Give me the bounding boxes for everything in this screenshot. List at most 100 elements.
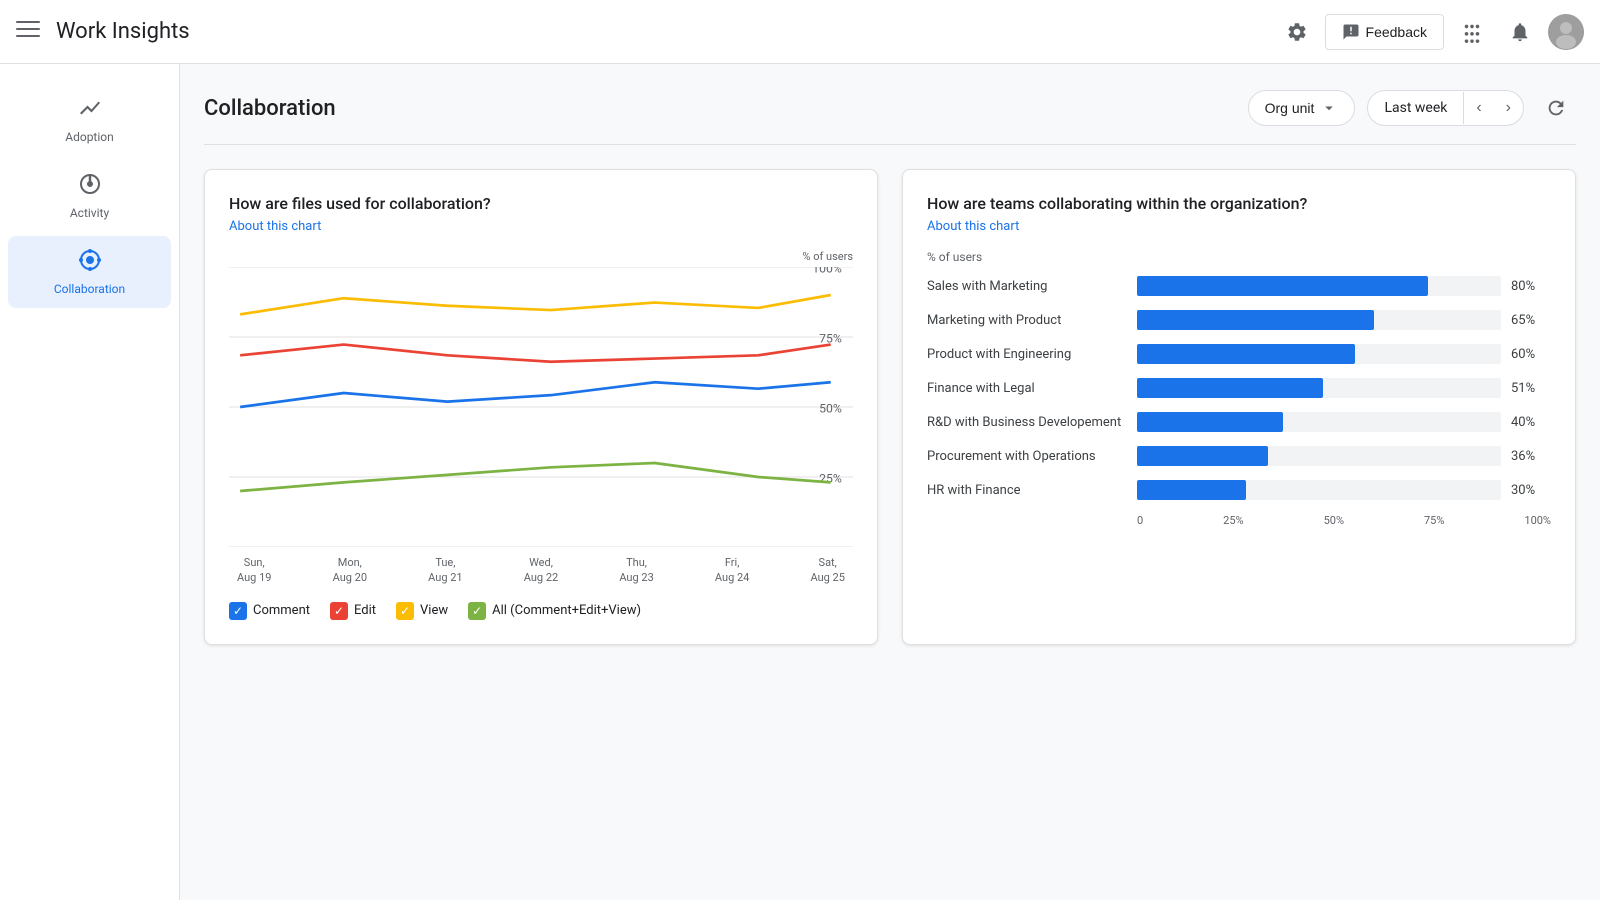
bar-label: HR with Finance (927, 483, 1127, 498)
sidebar: Adoption Activity (0, 64, 180, 900)
view-checkbox[interactable]: ✓ (396, 602, 414, 620)
bar-pct-label: 40% (1511, 415, 1551, 430)
bar-row: Product with Engineering 60% (927, 344, 1551, 364)
bar-pct-label: 30% (1511, 483, 1551, 498)
bar-row: Procurement with Operations 36% (927, 446, 1551, 466)
line-chart-container: % of users 100% 75% 50% 25% (229, 250, 853, 620)
legend-all[interactable]: ✓ All (Comment+Edit+View) (468, 602, 641, 620)
x-label-2: Tue,Aug 21 (428, 555, 462, 586)
refresh-button[interactable] (1536, 88, 1576, 128)
bar-track (1137, 310, 1501, 330)
left-card-title: How are files used for collaboration? (229, 194, 853, 213)
bar-fill (1137, 344, 1355, 364)
bar-fill (1137, 310, 1374, 330)
bar-pct-label: 51% (1511, 381, 1551, 396)
page-header: Collaboration Org unit Last week ‹ › (204, 64, 1576, 145)
cards-grid: How are files used for collaboration? Ab… (204, 169, 1576, 645)
collaboration-icon (78, 248, 102, 278)
bar-pct-label: 36% (1511, 449, 1551, 464)
legend-view[interactable]: ✓ View (396, 602, 448, 620)
bar-track (1137, 412, 1501, 432)
sidebar-item-collaboration-label: Collaboration (54, 282, 125, 296)
activity-icon (78, 172, 102, 202)
bar-fill (1137, 480, 1246, 500)
org-unit-label: Org unit (1265, 100, 1315, 116)
feedback-button[interactable]: Feedback (1325, 14, 1444, 50)
prev-week-button[interactable]: ‹ (1464, 91, 1493, 125)
x-label-6: Sat,Aug 25 (810, 555, 844, 586)
bar-label: Procurement with Operations (927, 449, 1127, 464)
left-card-about[interactable]: About this chart (229, 219, 853, 234)
bar-fill (1137, 412, 1283, 432)
sidebar-item-adoption-label: Adoption (65, 130, 114, 144)
bar-row: Finance with Legal 51% (927, 378, 1551, 398)
edit-checkbox[interactable]: ✓ (330, 602, 348, 620)
sidebar-item-activity-label: Activity (70, 206, 109, 220)
bar-row: Marketing with Product 65% (927, 310, 1551, 330)
bar-label: Finance with Legal (927, 381, 1127, 396)
bar-pct-label: 60% (1511, 347, 1551, 362)
app-title: Work Insights (56, 19, 1277, 44)
chart-legend: ✓ Comment ✓ Edit ✓ View ✓ (229, 602, 853, 620)
x-label-5: Fri,Aug 24 (715, 555, 749, 586)
bar-track (1137, 480, 1501, 500)
svg-text:50%: 50% (819, 402, 842, 416)
bar-label: R&D with Business Developement (927, 415, 1127, 430)
bar-label: Marketing with Product (927, 313, 1127, 328)
legend-comment-label: Comment (253, 603, 310, 618)
week-nav: Last week ‹ › (1367, 90, 1524, 126)
bar-track (1137, 446, 1501, 466)
legend-comment[interactable]: ✓ Comment (229, 602, 310, 620)
header-actions: Feedback (1277, 12, 1584, 52)
comment-checkbox[interactable]: ✓ (229, 602, 247, 620)
settings-button[interactable] (1277, 12, 1317, 52)
bar-pct-label: 80% (1511, 279, 1551, 294)
bar-label: Sales with Marketing (927, 279, 1127, 294)
line-chart: 100% 75% 50% 25% (229, 267, 853, 547)
main-content: Collaboration Org unit Last week ‹ › (180, 64, 1600, 900)
sidebar-item-adoption[interactable]: Adoption (8, 84, 171, 156)
bar-x-axis: 0 25% 50% 75% 100% (927, 514, 1551, 527)
bar-fill (1137, 446, 1268, 466)
adoption-icon (78, 96, 102, 126)
bar-pct-label: 65% (1511, 313, 1551, 328)
bar-track (1137, 276, 1501, 296)
left-card: How are files used for collaboration? Ab… (204, 169, 878, 645)
layout: Adoption Activity (0, 64, 1600, 900)
bar-fill (1137, 378, 1323, 398)
bar-track (1137, 378, 1501, 398)
sidebar-item-collaboration[interactable]: Collaboration (8, 236, 171, 308)
grid-button[interactable] (1452, 12, 1492, 52)
bar-row: HR with Finance 30% (927, 480, 1551, 500)
svg-text:100%: 100% (812, 267, 842, 275)
legend-edit-label: Edit (354, 603, 376, 618)
right-card: How are teams collaborating within the o… (902, 169, 1576, 645)
bar-chart: % of users Sales with Marketing 80% Market… (927, 250, 1551, 527)
svg-text:75%: 75% (819, 332, 842, 346)
bell-button[interactable] (1500, 12, 1540, 52)
all-checkbox[interactable]: ✓ (468, 602, 486, 620)
avatar[interactable] (1548, 14, 1584, 50)
x-label-1: Mon,Aug 20 (333, 555, 367, 586)
next-week-button[interactable]: › (1494, 91, 1523, 125)
sidebar-item-activity[interactable]: Activity (8, 160, 171, 232)
legend-edit[interactable]: ✓ Edit (330, 602, 376, 620)
menu-icon[interactable] (16, 17, 40, 46)
org-unit-dropdown[interactable]: Org unit (1248, 90, 1356, 126)
bar-fill (1137, 276, 1428, 296)
page-controls: Org unit Last week ‹ › (1248, 88, 1576, 128)
bar-y-label: % of users (927, 250, 1551, 264)
legend-all-label: All (Comment+Edit+View) (492, 603, 641, 618)
page-title: Collaboration (204, 96, 1248, 121)
y-axis-label: % of users (229, 250, 853, 263)
bar-rows-container: Sales with Marketing 80% Marketing with Pr… (927, 276, 1551, 500)
x-label-3: Wed,Aug 22 (524, 555, 558, 586)
bar-row: Sales with Marketing 80% (927, 276, 1551, 296)
right-card-about[interactable]: About this chart (927, 219, 1551, 234)
bar-label: Product with Engineering (927, 347, 1127, 362)
bar-row: R&D with Business Developement 40% (927, 412, 1551, 432)
bar-track (1137, 344, 1501, 364)
header: Work Insights Feedback (0, 0, 1600, 64)
week-label: Last week (1368, 92, 1464, 124)
x-label-4: Thu,Aug 23 (619, 555, 653, 586)
